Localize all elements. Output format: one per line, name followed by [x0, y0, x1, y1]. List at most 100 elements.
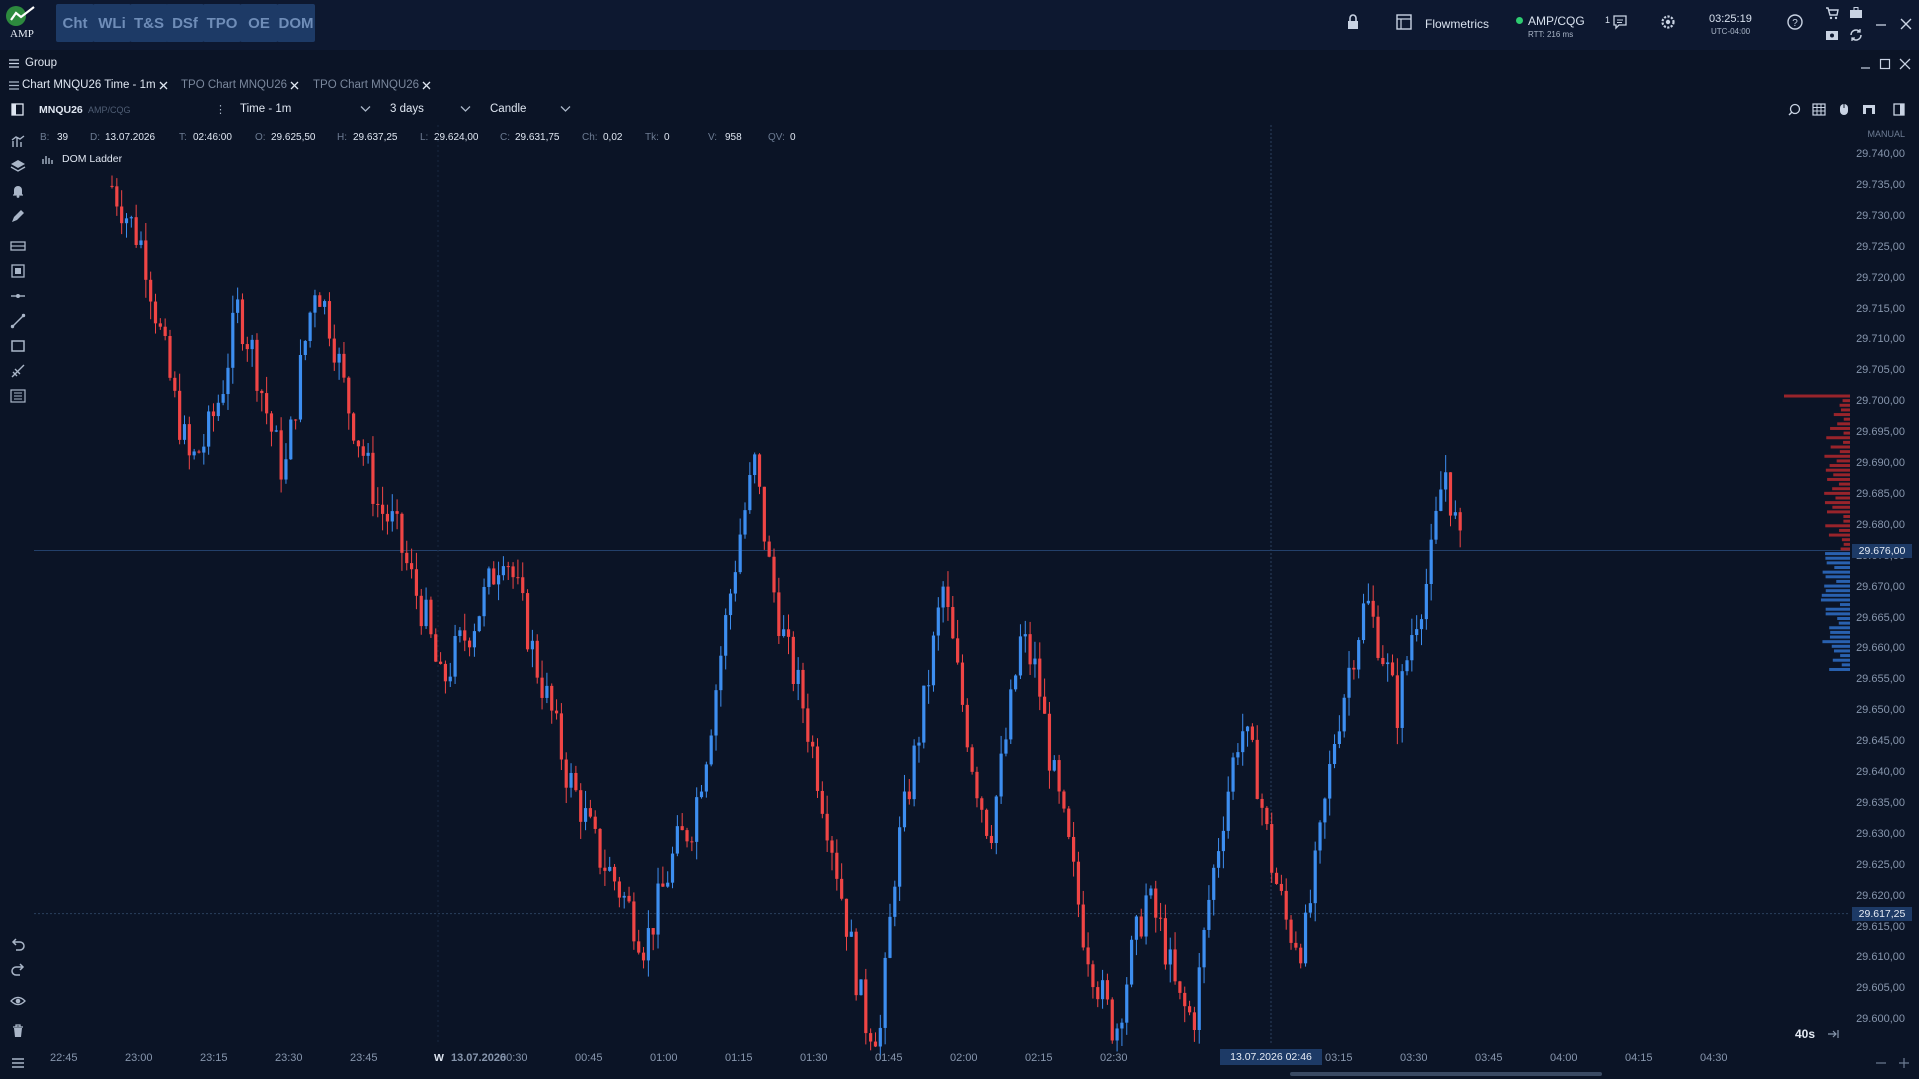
- dom-bid-bar: [1839, 603, 1850, 607]
- flowmetrics-label[interactable]: Flowmetrics: [1425, 17, 1489, 31]
- candle-body: [1134, 916, 1139, 940]
- account-icon[interactable]: [1825, 28, 1839, 42]
- chevron-down-icon[interactable]: [460, 105, 471, 113]
- close-window-icon[interactable]: [1899, 17, 1913, 31]
- axis-mode-label[interactable]: MANUAL: [1867, 129, 1905, 139]
- workspace-button-order-entry[interactable]: OE: [240, 4, 278, 42]
- layout-icon[interactable]: [1862, 104, 1876, 115]
- chart-style-select[interactable]: Candle: [490, 103, 526, 115]
- candle-body: [371, 452, 375, 504]
- lock-icon[interactable]: [1344, 13, 1362, 31]
- workspace-button-time-sales[interactable]: T&S: [130, 4, 168, 42]
- range-select[interactable]: 3 days: [390, 103, 424, 115]
- minimize-window-icon[interactable]: [1874, 17, 1888, 31]
- tab-close-icon[interactable]: [290, 81, 299, 90]
- chevron-down-icon[interactable]: [360, 105, 371, 113]
- group-menu-icon[interactable]: [9, 59, 19, 68]
- candle-body: [1236, 752, 1240, 758]
- candle-body: [1318, 822, 1322, 851]
- chart-type-icon[interactable]: [10, 133, 26, 149]
- layers-icon[interactable]: [10, 158, 26, 174]
- rectangle-tool-icon[interactable]: [10, 338, 26, 354]
- flowmetrics-icon[interactable]: [1395, 13, 1413, 31]
- notifications-icon[interactable]: [1611, 13, 1629, 31]
- indicator-dom-ladder-label[interactable]: DOM Ladder: [62, 153, 122, 165]
- candle-body: [400, 513, 404, 553]
- connection-name[interactable]: AMP/CQG: [1528, 14, 1585, 28]
- candle-body: [583, 808, 588, 822]
- svg-text:?: ?: [1792, 18, 1798, 29]
- workspace-button-chart[interactable]: Cht: [56, 4, 94, 42]
- redo-icon[interactable]: [10, 962, 26, 978]
- workspace-button-dsf[interactable]: DSf: [166, 4, 204, 42]
- candle-body: [1207, 899, 1211, 930]
- tab-close-icon[interactable]: [159, 81, 168, 90]
- chart-search-icon[interactable]: [1788, 103, 1801, 116]
- tab-tpo-chart-1[interactable]: TPO Chart MNQU26: [181, 79, 287, 91]
- candle-body: [579, 790, 583, 822]
- visibility-eye-icon[interactable]: [10, 993, 26, 1009]
- x-axis-tick-label: 01:45: [875, 1052, 903, 1064]
- panel-maximize-icon[interactable]: [1879, 58, 1891, 70]
- bottom-menu-icon[interactable]: [10, 1055, 26, 1071]
- briefcase-icon[interactable]: [1849, 6, 1863, 20]
- horizontal-line-icon[interactable]: [10, 288, 26, 304]
- fibonacci-icon[interactable]: [10, 363, 26, 379]
- workspace-button-dom[interactable]: DOM: [277, 4, 315, 42]
- workspace-button-tpo[interactable]: TPO: [203, 4, 241, 42]
- trend-line-icon[interactable]: [10, 313, 26, 329]
- dom-ask-bar: [1836, 459, 1850, 463]
- zoom-out-icon[interactable]: [1875, 1057, 1887, 1069]
- cart-icon[interactable]: [1825, 6, 1839, 20]
- refresh-icon[interactable]: [1849, 28, 1863, 42]
- tabs-menu-icon[interactable]: [9, 81, 19, 90]
- undo-icon[interactable]: [10, 937, 26, 953]
- candle-body: [1043, 696, 1047, 714]
- interval-select[interactable]: Time - 1m: [240, 103, 291, 115]
- tab-tpo-chart-2[interactable]: TPO Chart MNQU26: [313, 79, 419, 91]
- x-axis-tick-label: 02:00: [950, 1052, 978, 1064]
- dom-bid-bar: [1824, 584, 1850, 588]
- right-panel-toggle-icon[interactable]: [1893, 103, 1905, 116]
- scroll-to-latest-icon[interactable]: [1827, 1029, 1839, 1039]
- horizontal-scrollbar[interactable]: [1290, 1072, 1602, 1076]
- price-chart[interactable]: [0, 0, 1919, 1079]
- panel-close-icon[interactable]: [1899, 58, 1911, 70]
- candle-body: [1371, 600, 1375, 617]
- candle-body: [535, 640, 539, 678]
- tab-close-icon[interactable]: [422, 81, 431, 90]
- alert-bell-icon[interactable]: [10, 183, 26, 199]
- dom-ask-bar: [1784, 394, 1850, 398]
- candle-body: [956, 638, 960, 663]
- chevron-down-icon[interactable]: [560, 105, 571, 113]
- pencil-icon[interactable]: [10, 208, 26, 224]
- panel-minimize-icon[interactable]: [1860, 58, 1872, 70]
- zoom-box-icon[interactable]: [10, 263, 26, 279]
- table-view-icon[interactable]: [1812, 103, 1826, 116]
- candle-body: [811, 741, 815, 747]
- workspace-button-watchlist[interactable]: WLi: [93, 4, 131, 42]
- zoom-in-icon[interactable]: [1898, 1057, 1910, 1069]
- indicator-icon: [42, 156, 53, 164]
- sidebar-toggle-icon[interactable]: [11, 103, 24, 116]
- ohlc-tick-value: 0: [664, 132, 670, 143]
- symbol-label[interactable]: MNQU26: [39, 104, 83, 116]
- ruler-icon[interactable]: [10, 238, 26, 254]
- candle-body: [1221, 830, 1225, 852]
- mouse-mode-icon[interactable]: [1839, 103, 1849, 116]
- y-axis-tick-label: 29.625,00: [1856, 858, 1905, 871]
- candle-body: [1245, 726, 1250, 732]
- candle-body: [187, 424, 191, 456]
- candle-body: [598, 828, 602, 868]
- candle-body: [757, 454, 762, 487]
- settings-gear-icon[interactable]: [1659, 13, 1677, 31]
- candle-body: [767, 541, 771, 557]
- dom-ask-bar: [1833, 473, 1850, 477]
- candle-body: [477, 616, 481, 632]
- tab-chart-mnqu26[interactable]: Chart MNQU26 Time - 1m: [22, 79, 156, 91]
- trash-icon[interactable]: [10, 1023, 26, 1039]
- help-icon[interactable]: ?: [1786, 13, 1804, 31]
- symbol-more-icon[interactable]: ⋮: [215, 103, 226, 116]
- object-list-icon[interactable]: [10, 388, 26, 404]
- candle-body: [144, 240, 148, 280]
